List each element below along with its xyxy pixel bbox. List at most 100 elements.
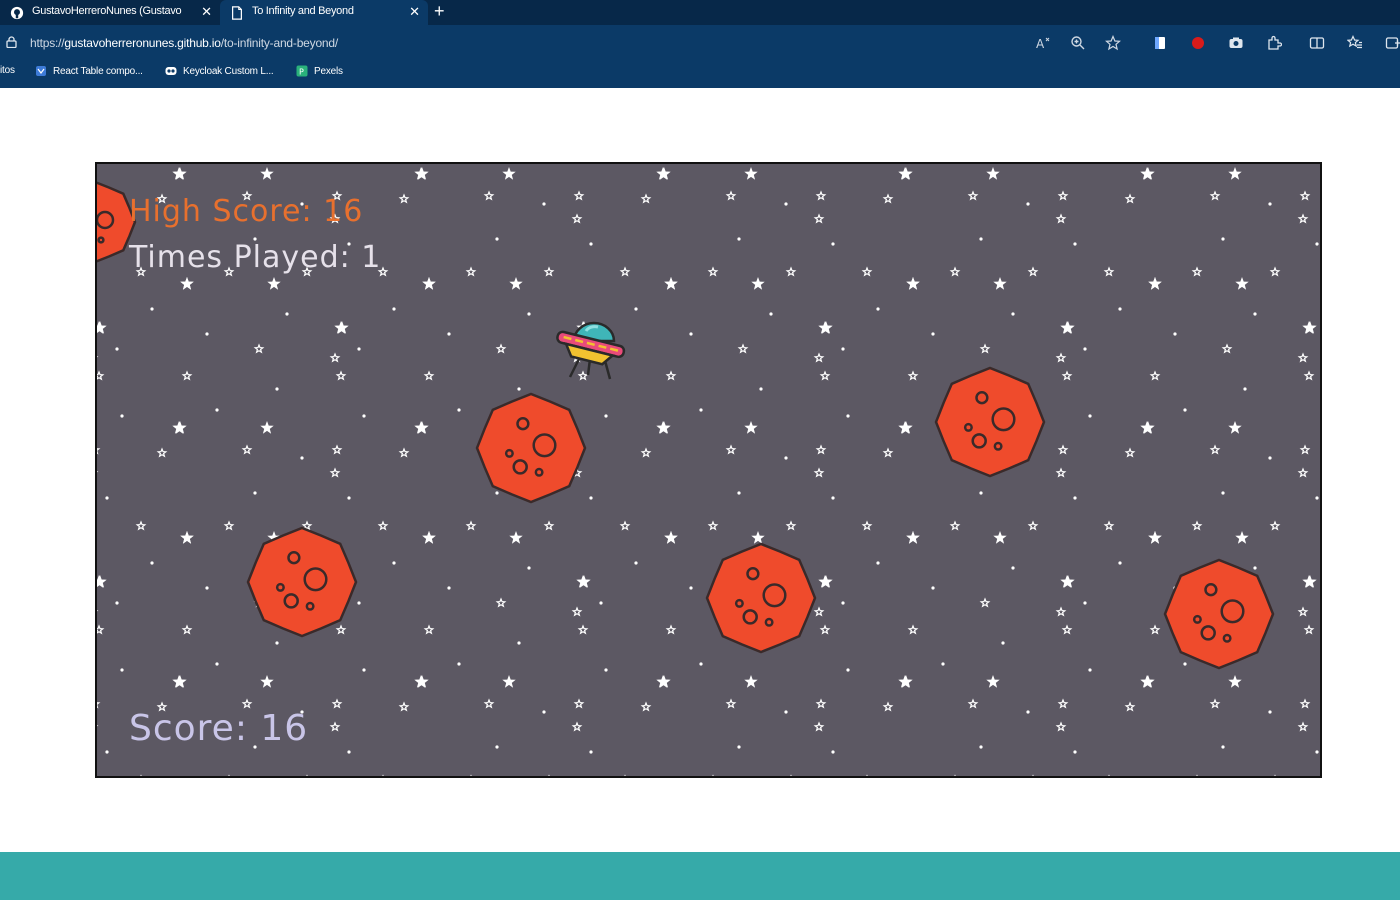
star-dot <box>831 750 835 754</box>
star-dot <box>784 710 788 714</box>
star-dot <box>1183 662 1187 666</box>
star-dot <box>447 332 451 336</box>
high-score-label: High Score: 16 <box>129 194 364 229</box>
star-dot <box>457 408 461 412</box>
star-dot <box>831 242 835 246</box>
star-dot <box>105 496 109 500</box>
bookmarks-bar: itos React Table compo... Keycloak Custo… <box>0 62 1400 82</box>
url-scheme: https:// <box>30 36 65 50</box>
svg-text:P: P <box>299 68 304 77</box>
star-dot <box>300 456 304 460</box>
tab-title: GustavoHerreroNunes (Gustavo <box>32 5 182 17</box>
meteor-body <box>475 392 587 504</box>
star-dot <box>150 561 154 565</box>
star-dot <box>737 745 741 749</box>
bookmark-label: Pexels <box>314 65 343 77</box>
meteor-body <box>1163 558 1275 670</box>
favorites-icon[interactable] <box>1347 35 1363 51</box>
star-dot <box>699 662 703 666</box>
star-dot <box>1073 242 1077 246</box>
star-dot <box>876 307 880 311</box>
bookmark-item[interactable]: React Table compo... <box>35 65 143 77</box>
camera-icon[interactable] <box>1228 35 1244 51</box>
star-dot <box>931 332 935 336</box>
svg-text:A: A <box>1036 37 1045 51</box>
star-dot <box>979 491 983 495</box>
page-icon <box>232 6 242 20</box>
star-dot <box>542 202 546 206</box>
favorite-star-icon[interactable] <box>1105 35 1121 51</box>
star-dot <box>1011 566 1015 570</box>
close-tab-icon[interactable]: ✕ <box>201 4 212 20</box>
collections-icon[interactable] <box>1385 35 1400 51</box>
star-dot <box>105 750 109 754</box>
star-dot <box>447 586 451 590</box>
close-tab-icon[interactable]: ✕ <box>409 4 420 20</box>
star-dot <box>1183 408 1187 412</box>
tab-github-profile[interactable]: GustavoHerreroNunes (Gustavo ✕ <box>0 0 220 25</box>
star-dot <box>769 312 773 316</box>
url-path: /to-infinity-and-beyond/ <box>220 36 339 50</box>
star-dot <box>285 312 289 316</box>
star-dot <box>150 307 154 311</box>
star-dot <box>527 566 531 570</box>
star-dot <box>362 668 366 672</box>
star-dot <box>495 237 499 241</box>
star-dot <box>205 332 209 336</box>
score-label: Score: 16 <box>129 708 309 749</box>
star-dot <box>215 662 219 666</box>
star-dot <box>275 387 279 391</box>
star-dot <box>1253 566 1257 570</box>
star-dot <box>941 662 945 666</box>
tab-to-infinity[interactable]: To Infinity and Beyond ✕ <box>220 0 428 25</box>
star-dot <box>495 491 499 495</box>
lock-icon[interactable] <box>6 36 17 48</box>
bookmark-item[interactable]: Keycloak Custom L... <box>165 65 274 77</box>
star-dot <box>1173 332 1177 336</box>
star-dot <box>542 710 546 714</box>
star-dot <box>1315 496 1319 500</box>
star-dot <box>1073 750 1077 754</box>
star-dot <box>253 491 257 495</box>
star-dot <box>457 662 461 666</box>
react-icon <box>36 66 46 76</box>
bookmark-item[interactable]: itos <box>0 65 15 76</box>
star-dot <box>979 745 983 749</box>
times-played-label: Times Played: 1 <box>129 240 382 275</box>
extensions-icon[interactable] <box>1266 35 1282 51</box>
star-dot <box>979 237 983 241</box>
meteor <box>934 366 1046 478</box>
star-dot <box>495 745 499 749</box>
bookmark-item[interactable]: P Pexels <box>296 65 343 77</box>
star-dot <box>115 347 119 351</box>
extension-icon[interactable] <box>1152 35 1168 51</box>
star-dot <box>527 312 531 316</box>
record-icon[interactable] <box>1190 35 1206 51</box>
star-dot <box>1026 202 1030 206</box>
star-dot <box>1083 347 1087 351</box>
toolbar: https://gustavoherreronunes.github.io/to… <box>0 28 1400 58</box>
star-dot <box>589 750 593 754</box>
star-dot <box>120 414 124 418</box>
star-dot <box>841 347 845 351</box>
star-dot <box>1243 387 1247 391</box>
game-canvas-frame[interactable]: High Score: 16 Times Played: 1 Score: 16 <box>95 162 1322 778</box>
bookmark-label: Keycloak Custom L... <box>183 65 274 77</box>
zoom-icon[interactable] <box>1070 35 1086 51</box>
star-dot <box>517 387 521 391</box>
address-bar[interactable]: https://gustavoherreronunes.github.io/to… <box>22 30 1132 56</box>
star-dot <box>604 668 608 672</box>
browser-chrome: GustavoHerreroNunes (Gustavo ✕ To Infini… <box>0 0 1400 88</box>
star-dot <box>1221 491 1225 495</box>
new-tab-button[interactable]: + <box>434 1 445 22</box>
star-dot <box>737 237 741 241</box>
star-dot <box>1221 745 1225 749</box>
star-dot <box>737 491 741 495</box>
split-screen-icon[interactable] <box>1309 35 1325 51</box>
star-dot <box>1268 710 1272 714</box>
meteor-body <box>705 542 817 654</box>
tab-strip: GustavoHerreroNunes (Gustavo ✕ To Infini… <box>0 0 1400 25</box>
star-dot <box>1118 561 1122 565</box>
read-aloud-icon[interactable]: A <box>1035 35 1051 51</box>
star-dot <box>1118 307 1122 311</box>
